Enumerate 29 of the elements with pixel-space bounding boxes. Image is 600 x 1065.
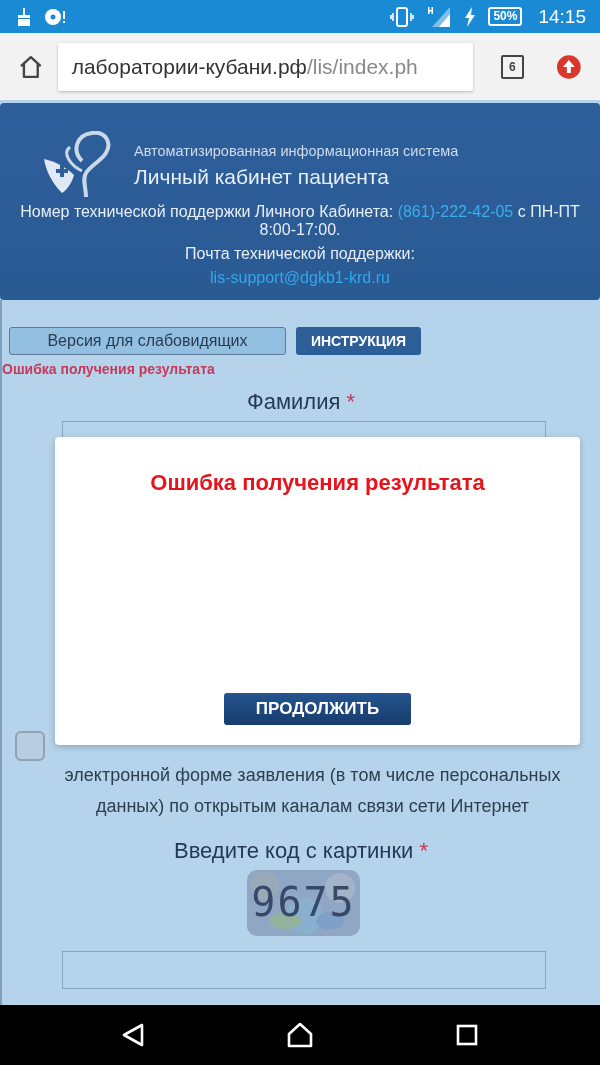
site-title: Личный кабинет пациента	[134, 165, 390, 189]
battery-level: 50%	[488, 7, 523, 26]
consent-text: электронной форме заявления (в том числе персональных данных) по открытым каналам связи сети Интернет	[63, 764, 562, 818]
captcha-label: Введите код с картинки	[173, 838, 414, 863]
continue-button[interactable]: ПРОДОЛЖИТЬ	[224, 693, 411, 725]
disc-icon	[44, 7, 66, 26]
clock: 14:15	[538, 5, 586, 28]
upload-icon[interactable]	[556, 53, 582, 80]
surname-label: Фамилия	[246, 389, 341, 414]
captcha-field[interactable]	[62, 951, 546, 989]
signal-icon	[426, 5, 453, 28]
support-phone-text: Номер технической поддержки Личного Кабинета: (861)-222-42-05 с ПН-ПТ 8:00-17:00.	[19, 203, 581, 239]
recents-icon[interactable]	[456, 1024, 479, 1046]
required-mark: *	[419, 838, 429, 863]
required-mark: *	[346, 389, 356, 414]
tab-count-button[interactable]: 6	[500, 54, 525, 79]
support-email-label: Почта технической поддержки:	[184, 245, 416, 263]
back-icon[interactable]	[121, 1023, 144, 1047]
home-icon[interactable]	[287, 1022, 313, 1048]
consent-checkbox[interactable]	[15, 731, 45, 761]
low-vision-button[interactable]: Версия для слабовидящих	[9, 327, 286, 355]
system-subtitle: Автоматизированная информационная система	[134, 143, 459, 159]
home-icon[interactable]	[18, 53, 44, 80]
vibrate-icon	[390, 6, 415, 27]
charging-icon	[464, 6, 477, 27]
error-message: Ошибка получения результата	[2, 361, 216, 377]
instruction-button[interactable]: ИНСТРУКЦИЯ	[296, 327, 421, 355]
address-bar[interactable]: лаборатории-кубани.рф/lis/index.ph	[57, 42, 473, 91]
dialog-title: Ошибка получения результата	[150, 470, 485, 496]
